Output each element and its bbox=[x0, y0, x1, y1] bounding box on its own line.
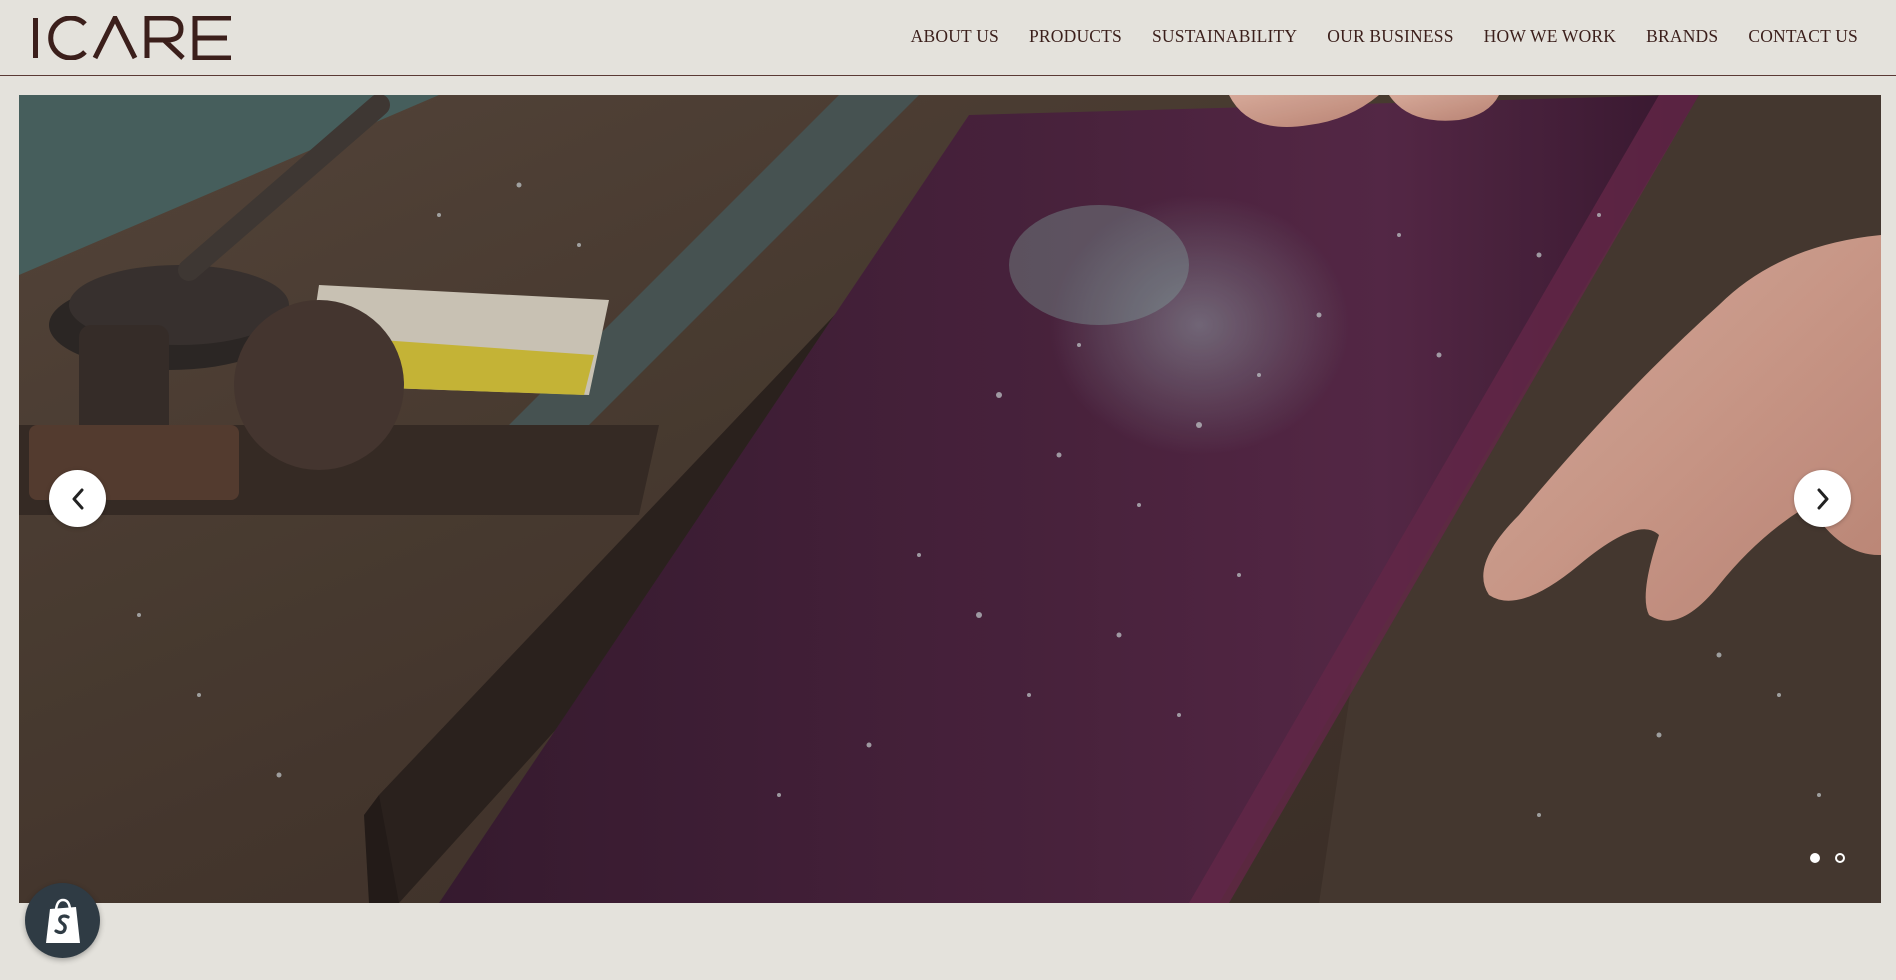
icare-logo[interactable] bbox=[33, 13, 243, 63]
slider-pagination bbox=[1810, 853, 1845, 863]
slider-dot-1[interactable] bbox=[1810, 853, 1820, 863]
nav-sustainability[interactable]: SUSTAINABILITY bbox=[1152, 26, 1297, 47]
slider-prev-button[interactable] bbox=[49, 470, 106, 527]
nav-brands[interactable]: BRANDS bbox=[1646, 26, 1718, 47]
nav-products[interactable]: PRODUCTS bbox=[1029, 26, 1122, 47]
main-nav: ABOUT US PRODUCTS SUSTAINABILITY OUR BUS… bbox=[911, 26, 1858, 47]
hero-slider bbox=[19, 95, 1881, 903]
nav-contact-us[interactable]: CONTACT US bbox=[1748, 26, 1858, 47]
shopify-button[interactable] bbox=[25, 883, 100, 958]
hero-slide-image bbox=[19, 95, 1881, 903]
chevron-right-icon bbox=[1817, 488, 1828, 509]
logo-wordmark bbox=[33, 16, 231, 60]
nav-about-us[interactable]: ABOUT US bbox=[911, 26, 999, 47]
shopify-bag-icon bbox=[45, 898, 80, 943]
nav-our-business[interactable]: OUR BUSINESS bbox=[1327, 26, 1453, 47]
nav-how-we-work[interactable]: HOW WE WORK bbox=[1484, 26, 1616, 47]
slider-next-button[interactable] bbox=[1794, 470, 1851, 527]
chevron-left-icon bbox=[72, 488, 83, 509]
site-header: ABOUT US PRODUCTS SUSTAINABILITY OUR BUS… bbox=[0, 0, 1896, 76]
slider-dot-2[interactable] bbox=[1835, 853, 1845, 863]
